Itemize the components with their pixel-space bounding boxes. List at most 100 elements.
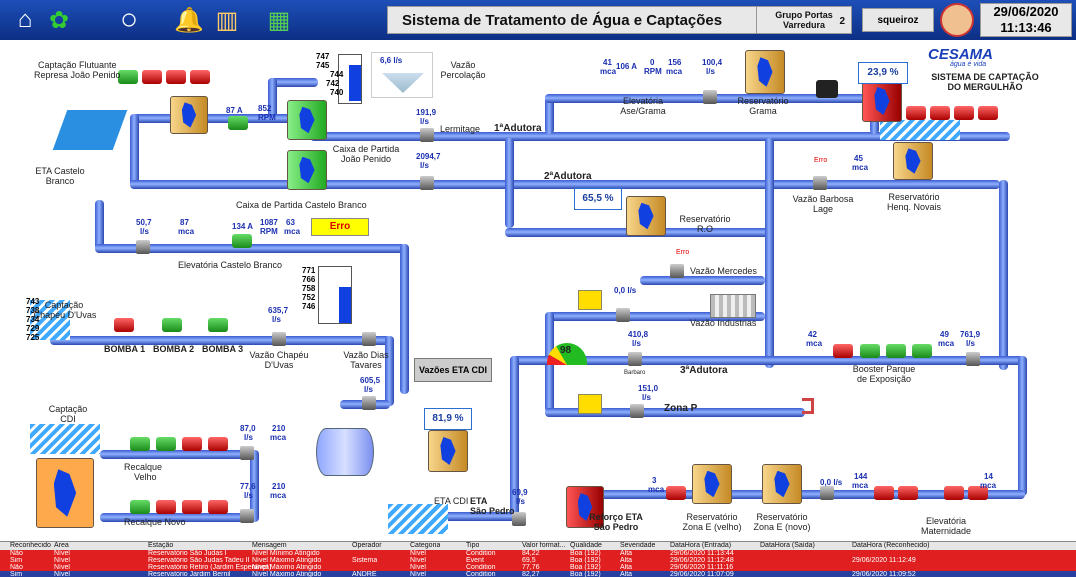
pipe — [765, 138, 774, 368]
valve[interactable] — [362, 332, 376, 346]
label: Represa João Penido — [34, 70, 121, 80]
puzzle-icon[interactable]: ✿ — [42, 3, 76, 37]
alarm-row[interactable]: Não Nível Reservatório Retiro (Jardim Espe… — [0, 564, 1076, 571]
col-header[interactable]: Tipo — [466, 542, 479, 550]
pump[interactable] — [232, 234, 252, 248]
col-header[interactable]: Operador — [352, 542, 382, 550]
value: 100,4 — [702, 58, 723, 67]
panel-icon[interactable]: ▥ — [210, 3, 244, 37]
valve[interactable] — [820, 486, 834, 500]
alarm-cell: ANDRÉ — [352, 571, 377, 577]
pump[interactable] — [860, 344, 880, 358]
valve[interactable] — [420, 176, 434, 190]
value: 77,6 — [240, 482, 256, 491]
pump[interactable] — [978, 106, 998, 120]
valve[interactable] — [630, 404, 644, 418]
alarm-table: Reconhecido Área Estação Mensagem Operad… — [0, 541, 1076, 577]
pump[interactable] — [182, 500, 202, 514]
col-header[interactable]: DataHora (Entrada) — [670, 542, 731, 550]
col-header[interactable]: Severidade — [620, 542, 655, 550]
label: ETA — [470, 496, 488, 506]
pump[interactable] — [156, 500, 176, 514]
user-box[interactable]: squeiroz — [862, 8, 934, 32]
control-valve[interactable] — [578, 290, 602, 310]
pump[interactable] — [930, 106, 950, 120]
pump-bomba-2[interactable] — [162, 318, 182, 332]
label: Velho — [134, 472, 157, 482]
col-header[interactable]: Estação — [148, 542, 173, 550]
pump[interactable] — [898, 486, 918, 500]
pump[interactable] — [118, 70, 138, 84]
pump[interactable] — [130, 500, 150, 514]
pump[interactable] — [833, 344, 853, 358]
col-header[interactable]: DataHora (Saída) — [760, 542, 815, 550]
pump[interactable] — [156, 437, 176, 451]
valve[interactable] — [628, 352, 642, 366]
pump[interactable] — [208, 500, 228, 514]
pump[interactable] — [142, 70, 162, 84]
value: RPM — [644, 67, 662, 76]
pump[interactable] — [182, 437, 202, 451]
valve[interactable] — [272, 332, 286, 346]
value: 605,5 — [360, 376, 381, 385]
alarm-row[interactable]: Sim Nível Reservatório Jardim Bernil Nível … — [0, 571, 1076, 577]
alarm-bell-icon[interactable]: 🔔 — [172, 3, 206, 37]
col-header[interactable]: Qualidade — [570, 542, 602, 550]
valve[interactable] — [136, 240, 150, 254]
label: Recalque — [124, 462, 163, 472]
label: Vazão Mercedes — [690, 266, 757, 276]
col-header[interactable]: Área — [54, 542, 69, 550]
pump[interactable] — [208, 437, 228, 451]
pump[interactable] — [228, 116, 248, 130]
label-bomba-3: BOMBA 3 — [202, 344, 244, 354]
valve[interactable] — [670, 264, 684, 278]
pump[interactable] — [954, 106, 974, 120]
col-header[interactable]: Mensagem — [252, 542, 287, 550]
label: Elevatória — [622, 96, 664, 106]
time: 11:13:46 — [1000, 20, 1052, 35]
col-header[interactable]: Categoria — [410, 542, 440, 550]
home-icon[interactable]: ⌂ — [8, 3, 42, 37]
col-header[interactable]: Reconhecido — [10, 542, 51, 550]
control-valve[interactable] — [578, 394, 602, 414]
search-icon[interactable]: ○ — [112, 3, 146, 37]
eta-cdi-basin — [316, 428, 374, 476]
pump[interactable] — [190, 70, 210, 84]
pump[interactable] — [944, 486, 964, 500]
valve[interactable] — [420, 128, 434, 142]
value: 87 — [180, 218, 189, 227]
col-header[interactable]: DataHora (Reconhecido) — [852, 542, 929, 550]
pipe — [385, 336, 394, 406]
vazoes-eta-cdi-button[interactable]: Vazões ETA CDI — [414, 358, 492, 382]
pump-bomba-3[interactable] — [208, 318, 228, 332]
label: de Exposição — [856, 374, 912, 384]
pump-bomba-1[interactable] — [114, 318, 134, 332]
gauge-value: 98 — [560, 345, 572, 356]
valve[interactable] — [362, 396, 376, 410]
col-header[interactable]: Valor format... — [522, 542, 565, 550]
valve[interactable] — [240, 446, 254, 460]
pipe — [505, 138, 514, 228]
valve[interactable] — [813, 176, 827, 190]
alarm-row[interactable]: Não Nível Reservatório São Judas I Nível Mí… — [0, 550, 1076, 557]
pump[interactable] — [130, 437, 150, 451]
pipe — [130, 114, 310, 123]
alarm-cell: Alta — [620, 571, 633, 577]
pipe — [95, 200, 104, 250]
valve[interactable] — [703, 90, 717, 104]
pump[interactable] — [886, 344, 906, 358]
pump[interactable] — [906, 106, 926, 120]
pump[interactable] — [912, 344, 932, 358]
alarm-row[interactable]: Sim Nível Reservatório São Judas Tadeu II N… — [0, 557, 1076, 564]
pump[interactable] — [666, 486, 686, 500]
pump[interactable] — [874, 486, 894, 500]
grid-icon[interactable]: ▦ — [256, 3, 302, 37]
valve[interactable] — [240, 509, 254, 523]
valve[interactable] — [966, 352, 980, 366]
group-box[interactable]: Grupo Portas Varredura 2 — [756, 6, 852, 34]
alarm-cell: 29/06/2020 11:09:52 — [852, 571, 916, 577]
valve[interactable] — [616, 308, 630, 322]
label-bomba-2: BOMBA 2 — [153, 344, 195, 354]
pump[interactable] — [166, 70, 186, 84]
caixa-castelo-branco — [287, 150, 327, 190]
